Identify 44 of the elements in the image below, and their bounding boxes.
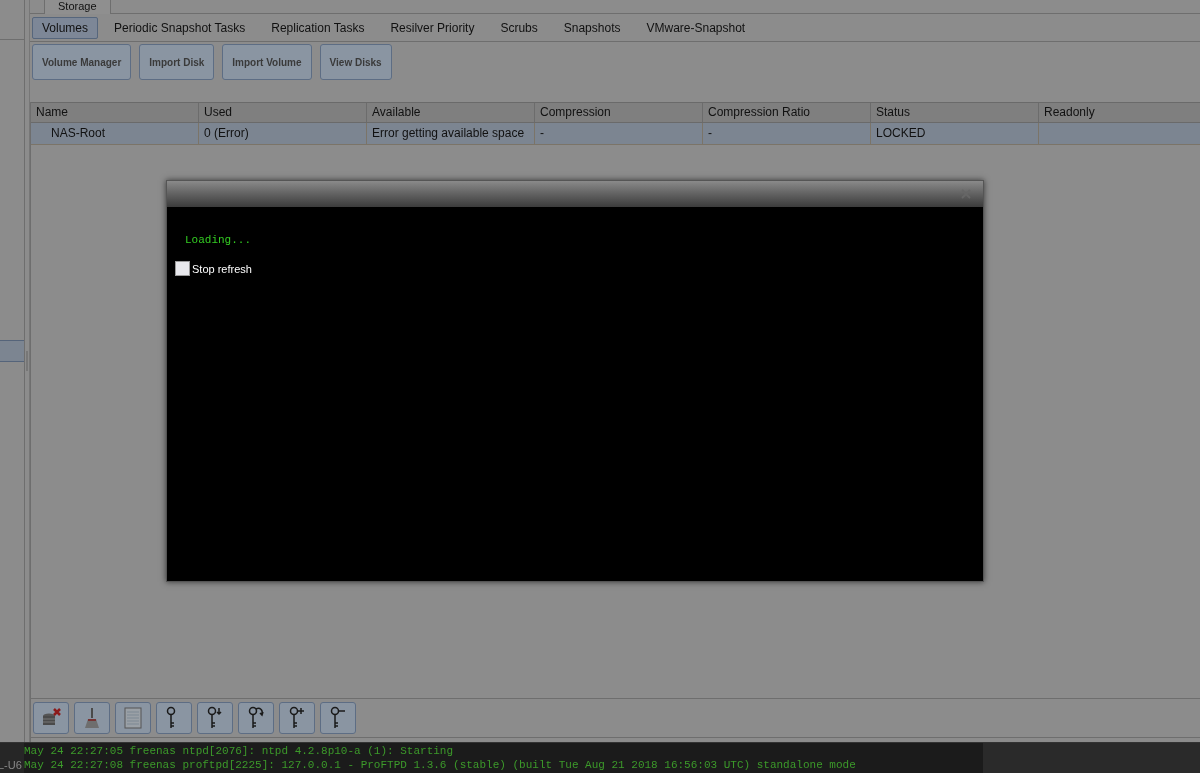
toolbar-button[interactable] — [320, 702, 356, 734]
broom-icon — [82, 707, 102, 729]
column-header[interactable]: Compression — [535, 103, 703, 122]
toolbar-button[interactable] — [238, 702, 274, 734]
loading-text: Loading... — [185, 233, 252, 248]
volumes-tab[interactable]: Resilver Priority — [380, 16, 485, 39]
table-cell: LOCKED — [876, 126, 926, 140]
toolbar-button[interactable]: Import Volume — [222, 44, 312, 80]
table-cell: Error getting available space — [372, 126, 525, 140]
column-header[interactable]: Used — [199, 103, 367, 122]
volumes-tab[interactable]: Replication Tasks — [261, 16, 375, 39]
column-header[interactable]: Name — [31, 103, 199, 122]
checkbox-label: Stop refresh — [192, 261, 252, 277]
volumes-tab[interactable]: Periodic Snapshot Tasks — [104, 16, 256, 39]
volumes-tab[interactable]: VMware-Snapshot — [636, 16, 756, 39]
toolbar-button[interactable]: Import Disk — [139, 44, 215, 80]
key-add-icon — [289, 706, 305, 730]
column-header[interactable]: Available — [367, 103, 535, 122]
column-header[interactable]: Compression Ratio — [703, 103, 871, 122]
toolbar-button[interactable] — [279, 702, 315, 734]
key-remove-icon — [330, 706, 346, 730]
table-row[interactable]: NAS-Root 0 (Error) Error getting available space - - LOCKED — [31, 123, 1200, 145]
ledger-icon — [124, 707, 142, 729]
column-header[interactable]: Status — [871, 103, 1039, 122]
table-cell: 0 (Error) — [204, 126, 249, 140]
toolbar-button[interactable] — [74, 702, 110, 734]
storage-tab[interactable]: Storage — [44, 0, 111, 14]
key-rotate-icon — [248, 706, 264, 730]
log-line: May 24 22:27:08 freenas proftpd[2225]: 127.0.0.1 - ProFTPD 1.3.6 (stable) (built Tue Aug 21 2018 16:56:03 UTC) standalone mode — [24, 758, 857, 772]
table-cell: - — [540, 126, 544, 140]
table-cell: - — [708, 126, 712, 140]
table-cell: NAS-Root — [51, 126, 106, 140]
toolbar-button[interactable] — [156, 702, 192, 734]
volumes-tab[interactable]: Snapshots — [553, 16, 631, 39]
column-header[interactable]: Readonly — [1039, 103, 1200, 122]
key-download-icon — [207, 706, 223, 730]
stop-refresh-checkbox[interactable] — [175, 261, 190, 277]
toolbar-button[interactable]: View Disks — [319, 44, 392, 80]
volumes-tab[interactable]: Volumes — [32, 16, 99, 39]
toolbar-button[interactable] — [197, 702, 233, 734]
log-line: May 24 22:27:05 freenas ntpd[2076]: ntpd 4.2.8p10-a (1): Starting — [24, 744, 455, 758]
toolbar-button[interactable]: Volume Manager — [32, 44, 132, 80]
volumes-tab[interactable]: Scrubs — [490, 16, 548, 39]
toolbar-button[interactable] — [33, 702, 69, 734]
